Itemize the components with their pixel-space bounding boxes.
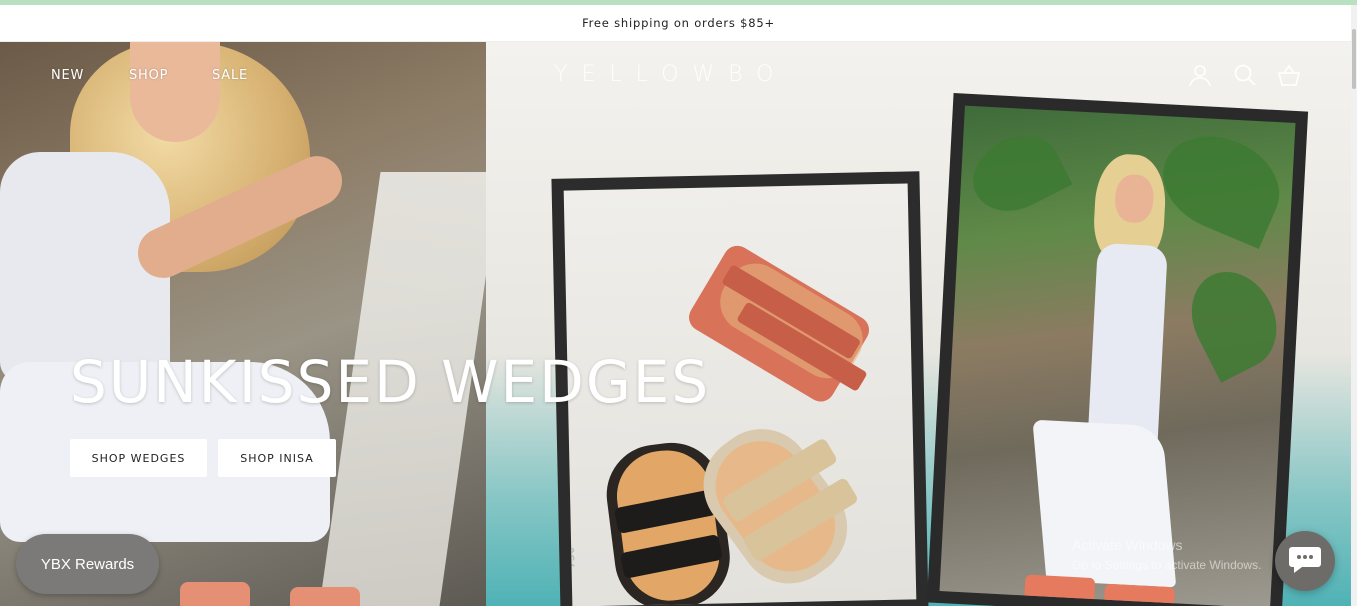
announcement-text: Free shipping on orders $85+ bbox=[582, 16, 775, 30]
rewards-button[interactable]: YBX Rewards bbox=[16, 534, 159, 594]
hero-banner[interactable]: 12 750 bbox=[0, 42, 1351, 606]
model-shoe bbox=[290, 587, 360, 606]
photo-frame-right bbox=[926, 93, 1309, 606]
frame-number: 12 bbox=[563, 300, 568, 313]
hero-headline: SUNKISSED WEDGES bbox=[70, 348, 711, 416]
main-navigation: NEW SHOP SALE YELLOWBOX bbox=[0, 42, 1351, 108]
palm-leaf bbox=[1175, 257, 1293, 383]
nav-link-new[interactable]: NEW bbox=[51, 68, 84, 83]
model-shoe bbox=[180, 582, 250, 606]
cart-icon[interactable] bbox=[1276, 62, 1302, 88]
watermark-title: Activate Windows bbox=[1072, 537, 1183, 553]
model-left bbox=[0, 42, 360, 606]
brand-logo[interactable]: YELLOWBOX bbox=[554, 62, 784, 87]
scrollbar-thumb[interactable] bbox=[1352, 29, 1356, 89]
shop-inisa-button[interactable]: SHOP INISA bbox=[218, 439, 336, 477]
search-icon[interactable] bbox=[1232, 62, 1258, 88]
windows-activation-watermark: Activate Windows Go to Settings to activ… bbox=[1072, 535, 1261, 575]
announcement-bar: Free shipping on orders $85+ bbox=[0, 5, 1357, 42]
chat-button[interactable] bbox=[1275, 531, 1335, 591]
model-shoe bbox=[1024, 574, 1096, 606]
model-shoe bbox=[1103, 583, 1176, 606]
chat-icon bbox=[1288, 544, 1322, 579]
nav-link-sale[interactable]: SALE bbox=[212, 68, 248, 83]
frame-number: 750 bbox=[563, 546, 578, 569]
palm-leaf bbox=[1148, 119, 1294, 250]
hero-photo-left bbox=[0, 42, 501, 606]
scrollbar[interactable] bbox=[1351, 5, 1357, 606]
palm-leaf bbox=[960, 121, 1073, 226]
watermark-subtitle: Go to Settings to activate Windows. bbox=[1072, 558, 1262, 572]
nav-link-shop[interactable]: SHOP bbox=[129, 68, 168, 83]
account-icon[interactable] bbox=[1187, 62, 1213, 88]
rewards-label: YBX Rewards bbox=[40, 555, 135, 573]
shop-wedges-button[interactable]: SHOP WEDGES bbox=[70, 439, 207, 477]
